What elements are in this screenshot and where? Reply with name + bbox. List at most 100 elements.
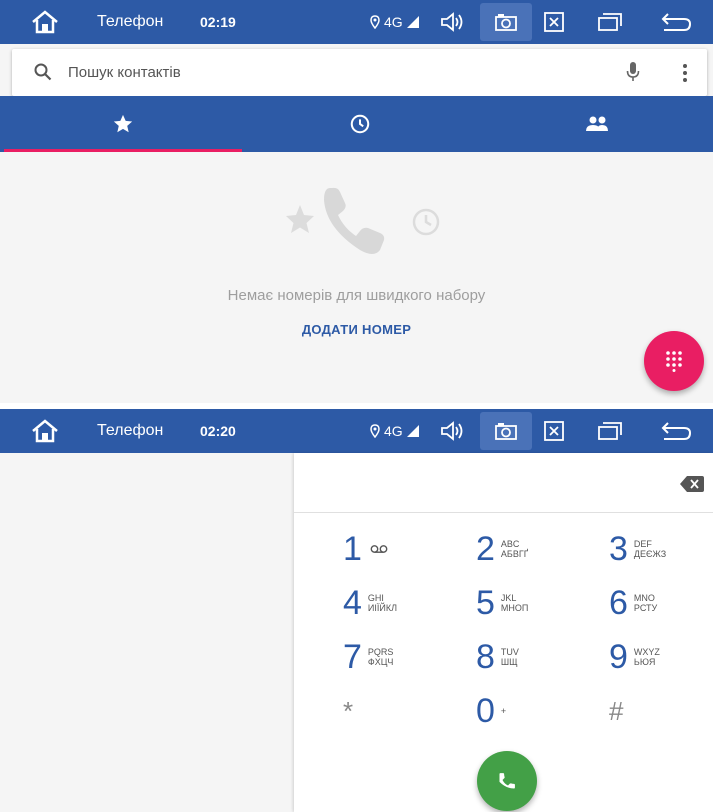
tab-bar bbox=[0, 96, 713, 152]
search-input[interactable]: Пошук контактів bbox=[68, 64, 181, 81]
dial-key-latin: TUV bbox=[500, 647, 519, 657]
dial-key-latin: ABC bbox=[500, 539, 520, 549]
dial-key-cyrillic: РСТУ bbox=[633, 603, 658, 613]
dial-key[interactable]: 4 GHI ИІЇЙКЛ bbox=[343, 583, 397, 623]
people-icon bbox=[585, 116, 608, 131]
dial-key-digit: 3 bbox=[609, 530, 628, 568]
close-app-button[interactable] bbox=[544, 409, 564, 453]
recents-button[interactable] bbox=[597, 0, 623, 44]
dial-key-letters: WXYZ ЬЮЯ bbox=[634, 647, 660, 667]
volume-button[interactable] bbox=[440, 409, 464, 453]
clock-time: 02:19 bbox=[200, 14, 236, 30]
clock-time: 02:20 bbox=[200, 423, 236, 439]
location-icon bbox=[370, 409, 380, 453]
volume-button[interactable] bbox=[440, 0, 464, 44]
tab-contacts[interactable] bbox=[478, 96, 713, 152]
dialer-screen: Телефон 02:20 4G 12ABCАБВГҐ3DEFДЕЄ bbox=[0, 409, 713, 812]
dialpad-button[interactable] bbox=[644, 331, 704, 391]
camera-icon bbox=[494, 0, 518, 44]
back-icon bbox=[661, 13, 692, 31]
tab-recents[interactable] bbox=[241, 96, 478, 152]
dial-key-latin: + bbox=[500, 706, 507, 716]
search-icon bbox=[34, 63, 52, 81]
dial-key-digit: * bbox=[343, 696, 354, 726]
camera-icon bbox=[494, 409, 518, 453]
signal-icon bbox=[406, 0, 420, 44]
dial-key-letters: MNO РСТУ bbox=[634, 593, 657, 613]
star-icon bbox=[113, 114, 132, 133]
back-icon bbox=[661, 422, 692, 440]
more-options-icon[interactable] bbox=[682, 63, 688, 83]
tab-indicator bbox=[4, 149, 242, 152]
dial-key-cyrillic: ШЩ bbox=[500, 657, 518, 667]
dial-key-letters: TUV ШЩ bbox=[501, 647, 519, 667]
call-icon bbox=[499, 773, 515, 789]
dial-key-latin: JKL bbox=[500, 593, 517, 603]
dialed-number-display[interactable] bbox=[294, 453, 713, 513]
recents-icon bbox=[598, 422, 622, 440]
app-title: Телефон bbox=[97, 422, 164, 439]
dial-key-latin: DEF bbox=[633, 539, 652, 549]
clock-icon bbox=[350, 114, 369, 134]
dial-key-cyrillic: ДЕЄЖЗ bbox=[633, 549, 667, 559]
dial-key-digit: 1 bbox=[343, 530, 362, 568]
favorites-screen: Телефон 02:19 4G Пошук контактів Немає н… bbox=[0, 0, 713, 403]
home-icon bbox=[32, 419, 58, 443]
microphone-icon[interactable] bbox=[626, 61, 640, 83]
dialpad-icon bbox=[666, 351, 682, 372]
dial-key[interactable]: 0 + bbox=[476, 691, 506, 731]
recents-icon bbox=[598, 13, 622, 31]
dial-key-digit: 2 bbox=[476, 530, 495, 568]
tab-favorites[interactable] bbox=[4, 96, 241, 152]
close-box-icon bbox=[544, 421, 564, 441]
back-button[interactable] bbox=[660, 0, 692, 44]
dial-key-cyrillic: МНОП bbox=[500, 603, 529, 613]
app-title: Телефон bbox=[97, 13, 164, 30]
close-box-icon bbox=[544, 12, 564, 32]
dial-key[interactable]: 7 PQRS ФХЦЧ bbox=[343, 637, 393, 677]
dial-key-cyrillic: ЬЮЯ bbox=[633, 657, 656, 667]
dial-key[interactable]: 6 MNO РСТУ bbox=[609, 583, 657, 623]
dial-key-letters: GHI ИІЇЙКЛ bbox=[368, 593, 397, 613]
dial-key-digit: 4 bbox=[343, 584, 362, 622]
dial-key-digit: 6 bbox=[609, 584, 628, 622]
dial-key[interactable]: * bbox=[343, 691, 353, 731]
voicemail-icon bbox=[370, 545, 388, 553]
dial-key[interactable]: 9 WXYZ ЬЮЯ bbox=[609, 637, 660, 677]
dial-key-cyrillic: ФХЦЧ bbox=[367, 657, 394, 667]
dial-key-latin: MNO bbox=[633, 593, 655, 603]
dial-key-digit: 8 bbox=[476, 638, 495, 676]
empty-state-message: Немає номерів для швидкого набору bbox=[227, 287, 486, 304]
dial-key-cyrillic: ИІЇЙКЛ bbox=[367, 603, 398, 613]
dial-key-digit: 0 bbox=[476, 692, 495, 730]
dial-key[interactable]: 8 TUV ШЩ bbox=[476, 637, 519, 677]
dial-key-digit: # bbox=[609, 696, 624, 726]
star-icon bbox=[286, 205, 314, 233]
dial-key-letters: ABC АБВГҐ bbox=[501, 539, 528, 559]
volume-icon bbox=[441, 421, 463, 441]
dial-key[interactable]: 1 bbox=[343, 529, 388, 569]
close-app-button[interactable] bbox=[544, 0, 564, 44]
home-button[interactable] bbox=[30, 409, 60, 453]
dial-key[interactable]: 3 DEF ДЕЄЖЗ bbox=[609, 529, 666, 569]
backspace-icon[interactable] bbox=[680, 476, 704, 492]
call-button[interactable] bbox=[477, 751, 537, 811]
search-bar[interactable]: Пошук контактів bbox=[12, 49, 707, 96]
dial-key-cyrillic: АБВГҐ bbox=[500, 549, 529, 559]
location-icon bbox=[370, 0, 380, 44]
back-button[interactable] bbox=[660, 409, 692, 453]
dial-key-letters: PQRS ФХЦЧ bbox=[368, 647, 394, 667]
home-button[interactable] bbox=[30, 0, 60, 44]
dial-key-latin: PQRS bbox=[367, 647, 394, 657]
dial-key-digit: 9 bbox=[609, 638, 628, 676]
contacts-pane bbox=[0, 453, 294, 812]
dial-key[interactable]: 2 ABC АБВГҐ bbox=[476, 529, 528, 569]
dial-key-digit: 5 bbox=[476, 584, 495, 622]
add-number-button[interactable]: ДОДАТИ НОМЕР bbox=[0, 322, 713, 337]
status-bar: Телефон 02:19 4G bbox=[0, 0, 713, 44]
dial-key-latin: GHI bbox=[367, 593, 384, 603]
dial-key[interactable]: 5 JKL МНОП bbox=[476, 583, 528, 623]
recents-button[interactable] bbox=[597, 409, 623, 453]
dial-key[interactable]: # bbox=[609, 691, 623, 731]
empty-favorites-illustration bbox=[286, 187, 440, 254]
